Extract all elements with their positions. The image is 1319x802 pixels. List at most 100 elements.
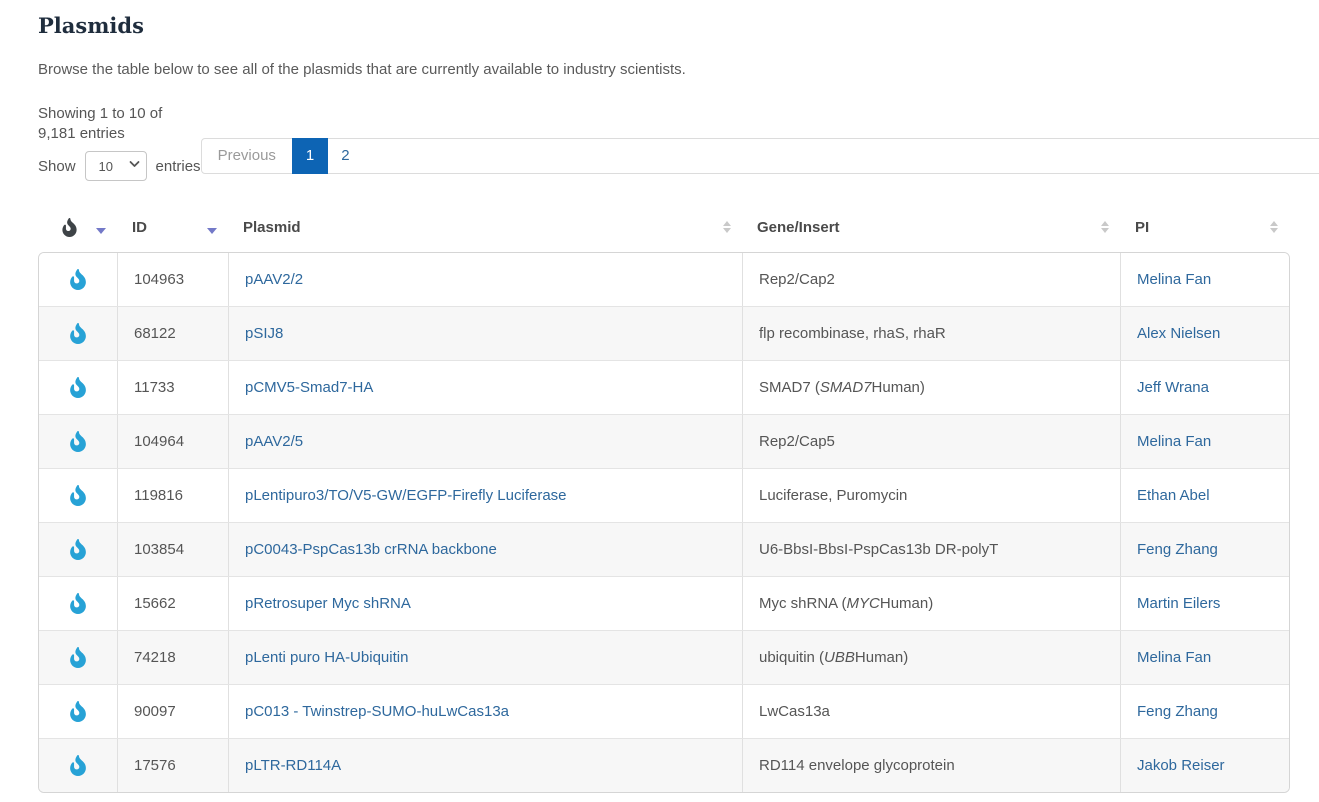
showing-entries-text: Showing 1 to 10 of 9,181 entries [38, 104, 201, 144]
plasmid-link[interactable]: pSIJ8 [245, 325, 283, 342]
gene-text: flp recombinase, rhaS, rhaR [759, 325, 946, 342]
column-header-gene-insert[interactable]: Gene/Insert [741, 207, 1119, 247]
plasmid-link[interactable]: pLTR-RD114A [245, 757, 341, 774]
table-row: 103854 pC0043-PspCas13b crRNA backbone U… [39, 522, 1289, 576]
pi-cell: Alex Nielsen [1120, 307, 1289, 360]
pi-link[interactable]: Jakob Reiser [1137, 757, 1225, 774]
flame-icon [62, 218, 77, 237]
pi-link[interactable]: Feng Zhang [1137, 541, 1218, 558]
flame-icon [70, 269, 86, 290]
id-cell: 119816 [117, 469, 228, 522]
gene-text: Human) [880, 595, 933, 612]
flame-cell [39, 253, 117, 306]
page-size-row: Show 10 entries [38, 151, 201, 181]
table-row: 104964 pAAV2/5 Rep2/Cap5 Melina Fan [39, 414, 1289, 468]
gene-insert-cell: ubiquitin (UBB Human) [742, 631, 1120, 684]
plasmids-page: Plasmids Browse the table below to see a… [0, 0, 1319, 802]
column-header-id[interactable]: ID [116, 207, 227, 247]
flame-cell [39, 739, 117, 792]
table-header: ID Plasmid Gene/Insert PI [38, 207, 1288, 247]
pi-cell: Feng Zhang [1120, 523, 1289, 576]
pi-cell: Jakob Reiser [1120, 739, 1289, 792]
pi-cell: Martin Eilers [1120, 577, 1289, 630]
pi-link[interactable]: Feng Zhang [1137, 703, 1218, 720]
column-header-plasmid[interactable]: Plasmid [227, 207, 741, 247]
gene-text: LwCas13a [759, 703, 830, 720]
table-row: 11733 pCMV5-Smad7-HA SMAD7 (SMAD7 Human)… [39, 360, 1289, 414]
table-body: 104963 pAAV2/2 Rep2/Cap2 Melina Fan 6812… [38, 252, 1290, 793]
table-row: 15662 pRetrosuper Myc shRNA Myc shRNA (M… [39, 576, 1289, 630]
pi-link[interactable]: Jeff Wrana [1137, 379, 1209, 396]
plasmid-link[interactable]: pLenti puro HA-Ubiquitin [245, 649, 408, 666]
page-size-select[interactable]: 10 [85, 151, 147, 181]
plasmid-cell: pCMV5-Smad7-HA [228, 361, 742, 414]
pi-link[interactable]: Melina Fan [1137, 649, 1211, 666]
flame-icon [70, 539, 86, 560]
pi-link[interactable]: Alex Nielsen [1137, 325, 1220, 342]
plasmid-link[interactable]: pCMV5-Smad7-HA [245, 379, 373, 396]
flame-icon [70, 701, 86, 722]
flame-icon [70, 377, 86, 398]
gene-text: ubiquitin ( [759, 649, 824, 666]
flame-cell [39, 415, 117, 468]
column-label: PI [1135, 219, 1149, 236]
pagination-previous: Previous [201, 138, 293, 174]
gene-text: Rep2/Cap5 [759, 433, 835, 450]
gene-text: Luciferase, Puromycin [759, 487, 907, 504]
pi-cell: Melina Fan [1120, 631, 1289, 684]
column-header-flame[interactable] [38, 207, 116, 247]
pi-link[interactable]: Melina Fan [1137, 433, 1211, 450]
gene-text: Human) [872, 379, 925, 396]
flame-cell [39, 307, 117, 360]
plasmid-link[interactable]: pC013 - Twinstrep-SUMO-huLwCas13a [245, 703, 509, 720]
column-label: Plasmid [243, 219, 301, 236]
column-header-pi[interactable]: PI [1119, 207, 1288, 247]
table-row: 90097 pC013 - Twinstrep-SUMO-huLwCas13a … [39, 684, 1289, 738]
table-row: 17576 pLTR-RD114A RD114 envelope glycopr… [39, 738, 1289, 792]
pi-cell: Ethan Abel [1120, 469, 1289, 522]
pi-link[interactable]: Melina Fan [1137, 271, 1211, 288]
flame-cell [39, 523, 117, 576]
id-cell: 90097 [117, 685, 228, 738]
gene-insert-cell: SMAD7 (SMAD7 Human) [742, 361, 1120, 414]
pi-link[interactable]: Martin Eilers [1137, 595, 1220, 612]
pagination: Previous12345...919Next [201, 138, 1319, 174]
gene-text: MYC [847, 595, 880, 612]
flame-icon [70, 593, 86, 614]
flame-cell [39, 361, 117, 414]
id-cell: 11733 [117, 361, 228, 414]
gene-insert-cell: Myc shRNA (MYC Human) [742, 577, 1120, 630]
id-cell: 104964 [117, 415, 228, 468]
gene-insert-cell: U6-BbsI-BbsI-PspCas13b DR-polyT [742, 523, 1120, 576]
plasmid-link[interactable]: pLentipuro3/TO/V5-GW/EGFP-Firefly Lucife… [245, 487, 567, 504]
plasmid-link[interactable]: pC0043-PspCas13b crRNA backbone [245, 541, 497, 558]
id-cell: 15662 [117, 577, 228, 630]
pi-link[interactable]: Ethan Abel [1137, 487, 1210, 504]
gene-insert-cell: Rep2/Cap2 [742, 253, 1120, 306]
pi-cell: Melina Fan [1120, 253, 1289, 306]
flame-cell [39, 631, 117, 684]
page-size-select-wrap: 10 [85, 151, 147, 181]
sort-desc-icon [207, 228, 217, 234]
pagination-2[interactable]: 2 [327, 138, 1319, 174]
flame-icon [70, 431, 86, 452]
plasmid-link[interactable]: pAAV2/2 [245, 271, 303, 288]
plasmid-cell: pC013 - Twinstrep-SUMO-huLwCas13a [228, 685, 742, 738]
sort-both-icon [1270, 221, 1278, 233]
flame-icon [70, 323, 86, 344]
entries-label: entries [156, 158, 201, 175]
plasmid-link[interactable]: pAAV2/5 [245, 433, 303, 450]
entries-controls: Showing 1 to 10 of 9,181 entries Show 10… [38, 96, 201, 181]
gene-text: SMAD7 [820, 379, 872, 396]
gene-insert-cell: RD114 envelope glycoprotein [742, 739, 1120, 792]
pi-cell: Feng Zhang [1120, 685, 1289, 738]
table-row: 104963 pAAV2/2 Rep2/Cap2 Melina Fan [39, 253, 1289, 306]
plasmid-cell: pC0043-PspCas13b crRNA backbone [228, 523, 742, 576]
gene-insert-cell: Rep2/Cap5 [742, 415, 1120, 468]
plasmid-cell: pLenti puro HA-Ubiquitin [228, 631, 742, 684]
search-and-pagination: Search table: Previous12345...919Next [201, 96, 1319, 174]
plasmid-link[interactable]: pRetrosuper Myc shRNA [245, 595, 411, 612]
pagination-1[interactable]: 1 [292, 138, 328, 174]
pi-cell: Melina Fan [1120, 415, 1289, 468]
gene-insert-cell: LwCas13a [742, 685, 1120, 738]
